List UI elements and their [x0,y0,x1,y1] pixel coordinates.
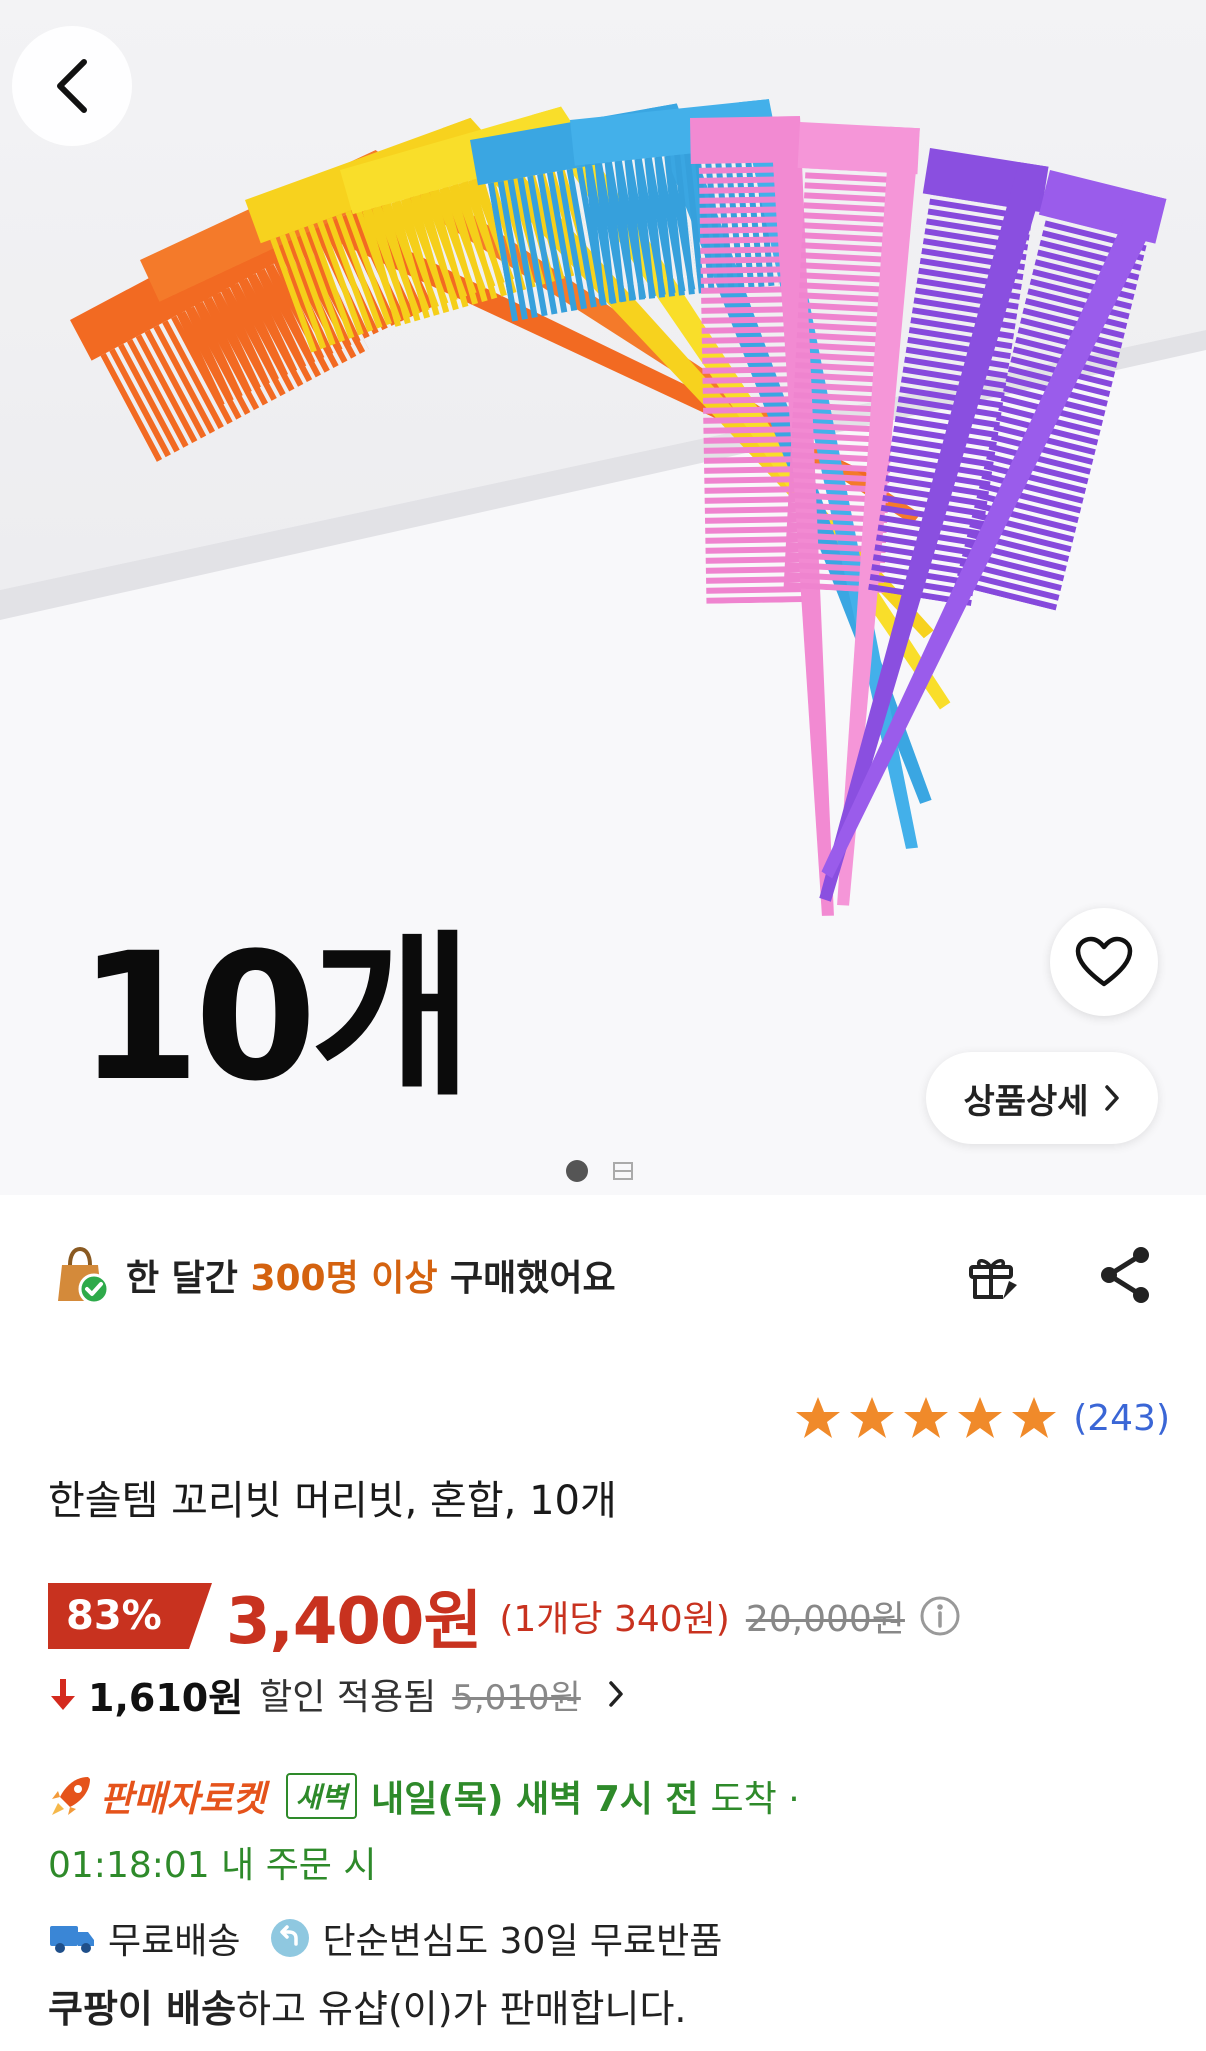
coupon-original-price: 5,010원 [452,1677,581,1718]
seller-text: 하고 유샵(이)가 판매합니다. [236,1987,687,2031]
purchase-notice: 한 달간 300명 이상 구매했어요 [48,1236,616,1314]
seller-info: 쿠팡이 배송하고 유샵(이)가 판매합니다. [48,1978,686,2033]
share-icon [1101,1247,1149,1303]
free-shipping-label: 무료배송 [108,1921,241,1962]
share-button[interactable] [1090,1240,1160,1310]
shopping-bag-check-icon [58,1246,110,1305]
price-row: 83% 3,400원 (1개당 340원) 20,000원 [48,1578,961,1659]
seller-rocket-label: 판매자로켓 [100,1779,266,1820]
back-button[interactable] [12,26,132,146]
star-rating [793,1394,1059,1442]
free-return-label: 단순변심도 30일 무료반품 [322,1921,723,1962]
star-icon [1012,1397,1057,1438]
product-title: 한솔템 꼬리빗 머리빗, 혼합, 10개 [48,1478,617,1524]
more-images-icon [613,1162,633,1180]
wishlist-button[interactable] [1050,908,1158,1016]
heart-icon [1075,936,1133,987]
review-count[interactable]: (243) [1073,1398,1170,1439]
benefits-row: 무료배송 단순변심도 30일 무료반품 [48,1906,722,1970]
purchase-notice-prefix: 한 달간 [126,1258,251,1299]
delivery-info: 판매자로켓 새벽 내일(목) 새벽 7시 전 도착 · [48,1764,800,1828]
return-icon [271,1919,310,1957]
star-icon [904,1397,949,1438]
coupon-discount-row[interactable]: 1,610원 할인 적용됨 5,010원 [48,1664,625,1724]
arrow-down-icon [51,1679,75,1710]
chevron-right-icon [1104,1085,1119,1111]
product-image-carousel[interactable]: 10개 상품상세 [0,0,1206,1195]
carousel-indicator [566,1160,634,1182]
gift-button[interactable] [958,1240,1028,1310]
star-icon [850,1397,895,1438]
star-icon [958,1397,1003,1438]
coupon-label: 할인 적용됨 [259,1677,437,1718]
chevron-left-icon [57,59,87,113]
product-detail-button[interactable]: 상품상세 [926,1052,1158,1144]
purchase-notice-highlight: 300명 이상 [250,1258,438,1299]
truck-icon [50,1926,94,1953]
product-detail-label: 상품상세 [963,1081,1089,1122]
seller-delivery-bold: 쿠팡이 배송 [48,1987,237,2031]
purchase-notice-suffix: 구매했어요 [437,1258,616,1299]
purchase-notice-text: 한 달간 300명 이상 구매했어요 [126,1249,616,1301]
unit-price: (1개당 340원) [499,1599,730,1640]
sale-price: 3,400원 [226,1585,482,1659]
rocket-icon [52,1777,90,1815]
image-quantity-overlay: 10개 [78,915,473,1120]
coupon-amount: 1,610원 [88,1675,244,1720]
chevron-right-icon [609,1681,623,1707]
rating-summary[interactable]: (243) [793,1394,1170,1442]
original-price: 20,000원 [745,1599,905,1640]
discount-badge: 83% [48,1583,212,1649]
carousel-dot-active [566,1160,588,1182]
arrival-suffix: 도착 · [710,1779,800,1820]
info-icon[interactable] [919,1595,961,1637]
star-icon [796,1397,841,1438]
gift-icon [969,1259,1017,1299]
arrival-time: 내일(목) 새벽 7시 전 [371,1779,699,1820]
order-deadline-timer: 01:18:01 내 주문 시 [48,1845,377,1886]
dawn-delivery-badge: 새벽 [285,1773,358,1819]
